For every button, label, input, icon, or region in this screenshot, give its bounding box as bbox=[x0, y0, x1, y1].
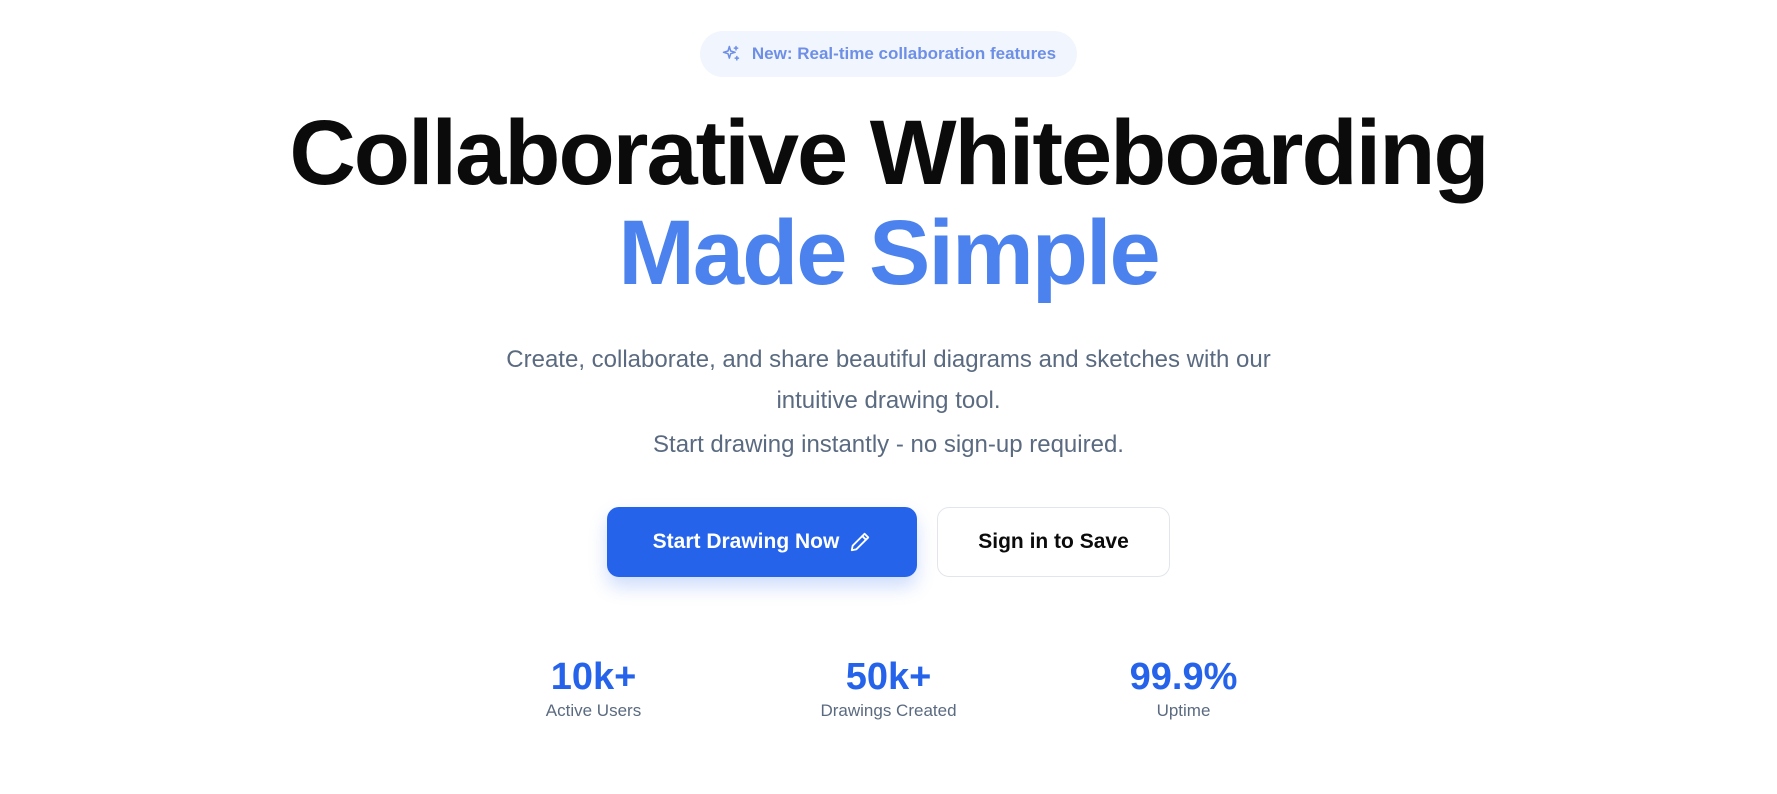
stat-value: 50k+ bbox=[845, 656, 932, 698]
stat-value: 99.9% bbox=[1129, 656, 1238, 698]
stat-drawings-created: 50k+ Drawings Created bbox=[741, 655, 1036, 721]
stat-active-users: 10k+ Active Users bbox=[446, 655, 741, 721]
stat-label: Uptime bbox=[1156, 701, 1211, 720]
announcement-text: New: Real-time collaboration features bbox=[751, 44, 1057, 63]
sign-in-to-save-button[interactable]: Sign in to Save bbox=[937, 507, 1170, 577]
description-subtext: Start drawing instantly - no sign-up req… bbox=[653, 431, 1124, 458]
announcement-badge[interactable]: New: Real-time collaboration features bbox=[699, 31, 1078, 77]
pencil-icon bbox=[849, 531, 871, 553]
hero-section: New: Real-time collaboration features Co… bbox=[0, 0, 1777, 721]
page-title: Collaborative Whiteboarding Made Simple bbox=[289, 102, 1489, 304]
sparkles-icon bbox=[720, 43, 742, 65]
stats-row: 10k+ Active Users 50k+ Drawings Created … bbox=[446, 655, 1331, 721]
description-text: Create, collaborate, and share beautiful… bbox=[506, 346, 1271, 414]
stat-label: Drawings Created bbox=[820, 701, 957, 720]
cta-button-group: Start Drawing Now Sign in to Save bbox=[607, 507, 1170, 577]
stat-label: Active Users bbox=[545, 701, 642, 720]
sign-in-label: Sign in to Save bbox=[978, 530, 1129, 553]
stat-uptime: 99.9% Uptime bbox=[1036, 655, 1331, 721]
headline-line-2: Made Simple bbox=[618, 202, 1160, 304]
headline-line-1: Collaborative Whiteboarding bbox=[289, 102, 1489, 204]
landing-page: New: Real-time collaboration features Co… bbox=[0, 0, 1777, 794]
start-drawing-label: Start Drawing Now bbox=[652, 530, 840, 553]
stat-value: 10k+ bbox=[550, 656, 637, 698]
start-drawing-button[interactable]: Start Drawing Now bbox=[607, 507, 917, 577]
